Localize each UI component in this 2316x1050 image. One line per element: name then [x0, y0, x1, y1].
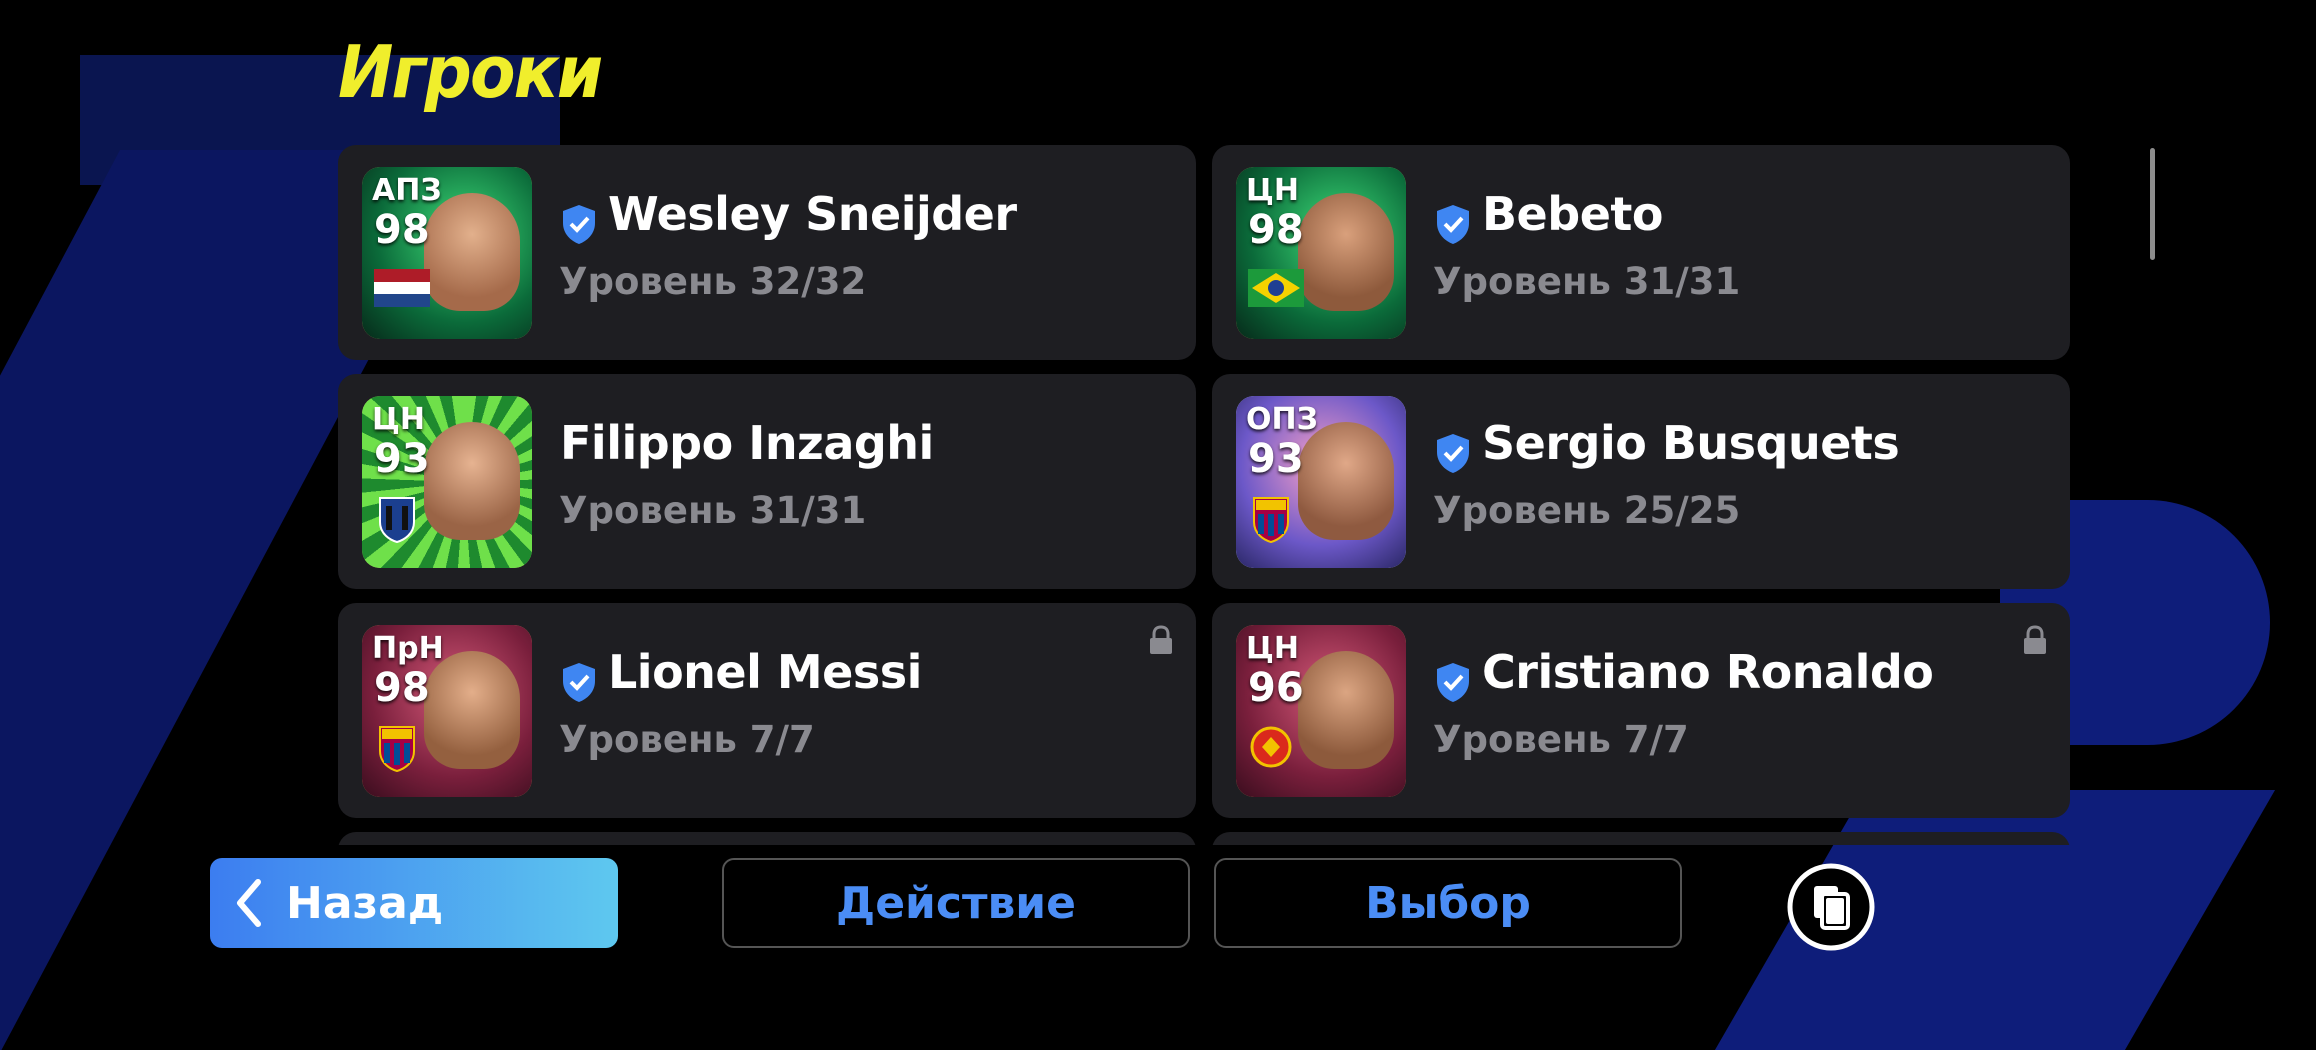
select-button[interactable]: Выбор: [1214, 858, 1682, 948]
player-card[interactable]: [1212, 832, 2070, 845]
player-card[interactable]: [338, 832, 1196, 845]
lock-icon: [1150, 625, 1172, 654]
page-title: Игроки: [338, 30, 603, 114]
player-level: Уровень 7/7: [1433, 718, 1689, 761]
player-position: ЦН: [1246, 173, 1299, 208]
player-portrait: ЦН 96: [1236, 625, 1406, 797]
action-button[interactable]: Действие: [722, 858, 1190, 948]
player-card[interactable]: ЦН 98 Bebeto Уровень 31/31: [1212, 145, 2070, 360]
shield-check-icon: [1437, 434, 1469, 473]
player-level: Уровень 31/31: [1433, 260, 1741, 303]
shield-check-icon: [563, 663, 595, 702]
shield-check-icon: [1437, 663, 1469, 702]
player-card[interactable]: ПрН 98 Lionel Messi Уровень 7/7: [338, 603, 1196, 818]
player-name: Lionel Messi: [608, 645, 922, 699]
player-list: АПЗ 98 Wesley Sneijder Уровень 32/32 ЦН …: [338, 145, 2070, 845]
player-rating: 98: [374, 207, 430, 253]
select-button-label: Выбор: [1365, 877, 1531, 929]
player-rating: 98: [1248, 207, 1304, 253]
scrollbar[interactable]: [2150, 148, 2155, 260]
player-position: ЦН: [1246, 631, 1299, 666]
player-position: ОПЗ: [1246, 402, 1318, 437]
back-button-label: Назад: [286, 877, 444, 929]
player-rating: 96: [1248, 665, 1304, 711]
action-button-label: Действие: [836, 877, 1076, 929]
lock-icon: [2024, 625, 2046, 654]
barcelona-crest-icon: [379, 726, 415, 773]
player-position: АПЗ: [372, 173, 442, 208]
player-portrait: АПЗ 98: [362, 167, 532, 339]
chevron-left-icon: [237, 879, 261, 927]
player-portrait: ЦН 93: [362, 396, 532, 568]
player-portrait: ОПЗ 93: [1236, 396, 1406, 568]
player-card[interactable]: ЦН 93 Filippo Inzaghi Уровень 31/31: [338, 374, 1196, 589]
player-name: Sergio Busquets: [1482, 416, 1900, 470]
player-card[interactable]: ЦН 96 Cristiano Ronaldo Уровень 7/7: [1212, 603, 2070, 818]
player-position: ПрН: [372, 631, 444, 666]
player-rating: 98: [374, 665, 430, 711]
shield-check-icon: [1437, 205, 1469, 244]
player-position: ЦН: [372, 402, 425, 437]
back-button[interactable]: Назад: [210, 858, 618, 948]
player-level: Уровень 31/31: [559, 489, 867, 532]
player-card[interactable]: ОПЗ 93 Sergio Busquets Уровень 25/25: [1212, 374, 2070, 589]
player-portrait: ЦН 98: [1236, 167, 1406, 339]
player-card[interactable]: АПЗ 98 Wesley Sneijder Уровень 32/32: [338, 145, 1196, 360]
player-name: Wesley Sneijder: [608, 187, 1017, 241]
player-rating: 93: [1248, 436, 1304, 482]
netherlands-flag-icon: [374, 269, 430, 307]
player-level: Уровень 32/32: [559, 260, 867, 303]
atalanta-crest-icon: [379, 497, 415, 544]
player-name: Bebeto: [1482, 187, 1663, 241]
player-rating: 93: [374, 436, 430, 482]
player-level: Уровень 7/7: [559, 718, 815, 761]
brazil-flag-icon: [1248, 269, 1304, 307]
player-level: Уровень 25/25: [1433, 489, 1741, 532]
player-portrait: ПрН 98: [362, 625, 532, 797]
manutd-crest-icon: [1250, 726, 1292, 768]
player-name: Filippo Inzaghi: [560, 416, 934, 470]
shield-check-icon: [563, 205, 595, 244]
copy-cards-icon[interactable]: [1786, 862, 1876, 952]
barcelona-crest-icon: [1253, 497, 1289, 544]
player-name: Cristiano Ronaldo: [1482, 645, 1934, 699]
